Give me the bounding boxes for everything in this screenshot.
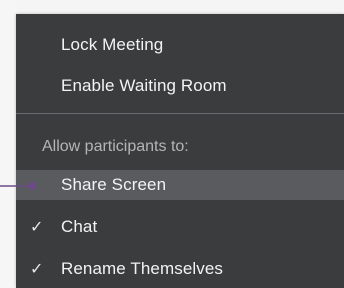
background-left [0, 0, 16, 288]
menu-item-chat[interactable]: ✓ Chat [16, 212, 344, 242]
menu-item-label: Share Screen [61, 175, 167, 194]
menu-item-enable-waiting-room[interactable]: Enable Waiting Room [16, 71, 344, 101]
menu-item-lock-meeting[interactable]: Lock Meeting [16, 30, 344, 60]
section-label-allow-participants: Allow participants to: [16, 134, 189, 160]
background-top [0, 0, 344, 14]
menu-item-label: Enable Waiting Room [61, 76, 227, 95]
menu-item-label: Chat [61, 217, 98, 236]
menu-item-rename-themselves[interactable]: ✓ Rename Themselves [16, 254, 344, 284]
menu-divider [16, 113, 344, 114]
meeting-context-menu: Lock Meeting Enable Waiting Room Allow p… [16, 14, 344, 288]
checkmark-icon: ✓ [30, 261, 44, 278]
menu-item-share-screen[interactable]: Share Screen [16, 170, 344, 200]
menu-item-label: Rename Themselves [61, 259, 224, 278]
section-label-text: Allow participants to: [42, 138, 189, 155]
menu-item-label: Lock Meeting [61, 35, 164, 54]
checkmark-icon: ✓ [30, 219, 44, 236]
